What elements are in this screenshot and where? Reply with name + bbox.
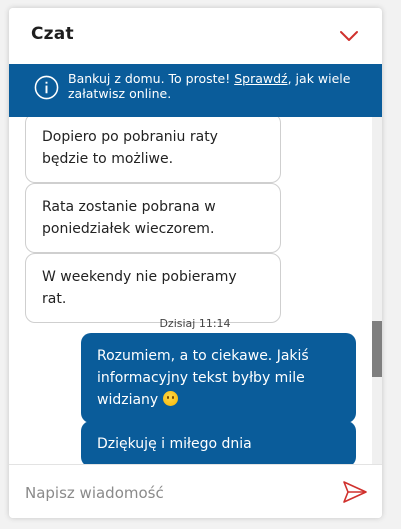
timestamp-text: Dzisiaj 11:14 xyxy=(159,317,231,330)
collapse-chat-button[interactable] xyxy=(337,25,361,47)
outgoing-message: Rozumiem, a to ciekawe. Jakiś informacyj… xyxy=(81,333,356,423)
outgoing-message-text: Rozumiem, a to ciekawe. Jakiś informacyj… xyxy=(97,348,309,408)
chat-window: Czat Bankuj z domu. To proste! Sprawdź, … xyxy=(9,8,382,518)
incoming-message: Dopiero po pobraniu raty będzie to możli… xyxy=(25,117,281,183)
info-icon xyxy=(34,75,59,100)
scrollbar-track[interactable] xyxy=(372,117,382,464)
message-list: Dopiero po pobraniu raty będzie to możli… xyxy=(9,117,382,464)
incoming-message: W weekendy nie pobieramy rat. xyxy=(25,253,281,323)
chat-title: Czat xyxy=(31,24,74,44)
outgoing-message: Dziękuję i miłego dnia xyxy=(81,421,356,464)
send-button[interactable] xyxy=(342,480,368,504)
message-timestamp: Dzisiaj 11:14 xyxy=(9,317,373,330)
smiling-face-emoji-icon xyxy=(162,391,178,406)
chat-header: Czat xyxy=(9,8,382,64)
message-input[interactable] xyxy=(23,479,327,507)
message-composer xyxy=(9,464,382,518)
scrollbar-thumb[interactable] xyxy=(372,321,382,377)
check-link[interactable]: Sprawdź xyxy=(234,71,287,86)
send-icon xyxy=(343,481,367,503)
incoming-message: Rata zostanie pobrana w poniedziałek wie… xyxy=(25,183,281,253)
chevron-down-icon xyxy=(340,31,358,41)
info-banner-text: Bankuj z domu. To proste! Sprawdź, jak w… xyxy=(68,71,368,101)
info-banner-text-before: Bankuj z domu. To proste! xyxy=(68,71,235,86)
